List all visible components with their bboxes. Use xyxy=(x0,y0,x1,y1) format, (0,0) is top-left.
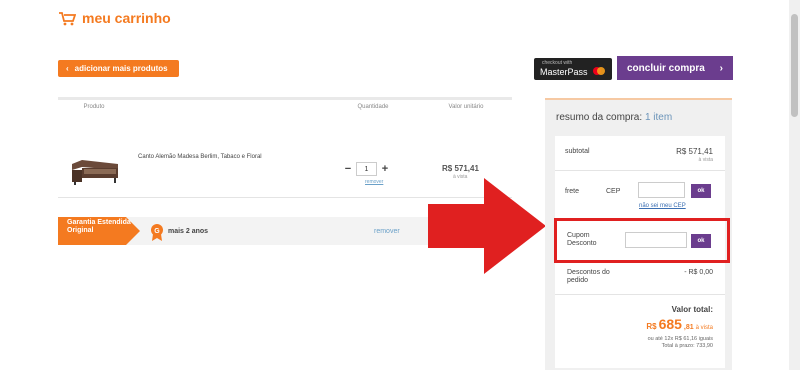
unit-price: R$ 571,41 xyxy=(442,164,479,173)
installments-text: ou até 12x R$ 61,16 iguais xyxy=(647,336,713,342)
subtotal-note: à vista xyxy=(698,157,713,163)
shipping-label: frete xyxy=(565,188,580,195)
masterpass-label: MasterPass xyxy=(540,67,588,77)
subtotal-label: subtotal xyxy=(565,148,590,155)
summary-title: resumo da compra: 1 item xyxy=(556,112,672,123)
cep-input[interactable] xyxy=(638,182,685,198)
cep-ok-button[interactable]: ok xyxy=(691,184,711,198)
column-unit-price: Valor unitário xyxy=(448,104,484,110)
warranty-tag: Garantia Estendida Original xyxy=(58,217,140,245)
column-quantity: Quantidade xyxy=(357,104,389,110)
warranty-text: mais 2 anos xyxy=(168,228,209,235)
masterpass-caption: checkout with xyxy=(542,60,573,66)
total-note: à vista xyxy=(695,325,713,331)
quantity-input[interactable]: 1 xyxy=(356,162,377,176)
page-title: meu carrinho xyxy=(82,10,171,26)
divider xyxy=(555,294,725,295)
term-total: Total à prazo: 733,90 xyxy=(661,343,713,349)
unknown-cep-link[interactable]: não sei meu CEP xyxy=(639,203,686,209)
mastercard-icon xyxy=(593,67,605,75)
total-cents: ,81 xyxy=(683,324,694,331)
remove-warranty-link[interactable]: remover xyxy=(374,228,400,235)
checkout-label: concluir compra xyxy=(627,62,705,74)
discounts-value: - R$ 0,00 xyxy=(684,269,713,276)
chevron-right-icon: › xyxy=(719,62,723,74)
masterpass-button[interactable]: checkout with MasterPass xyxy=(534,58,612,80)
scrollbar-thumb[interactable] xyxy=(791,14,798,117)
quantity-stepper: − 1 + xyxy=(342,162,391,176)
product-image[interactable] xyxy=(68,154,120,186)
discounts-label: Descontos do pedido xyxy=(567,269,610,284)
total-currency: R$ xyxy=(646,322,657,331)
summary-title-label: resumo da compra: xyxy=(556,112,643,123)
summary-item-count: 1 item xyxy=(644,112,673,123)
divider xyxy=(555,170,725,171)
remove-item-link[interactable]: remover xyxy=(365,179,383,185)
subtotal-value: R$ 571,41 xyxy=(676,147,713,156)
warranty-medal-icon: G xyxy=(151,224,163,241)
total-integer: 685 xyxy=(658,316,682,332)
product-name[interactable]: Canto Alemão Madesa Berlim, Tabaco e Flo… xyxy=(138,154,262,160)
chevron-left-icon: ‹ xyxy=(66,64,69,73)
cart-logo[interactable]: meu carrinho xyxy=(58,10,171,26)
cart-page: meu carrinho ‹ adicionar mais produtos c… xyxy=(0,0,800,370)
cart-icon xyxy=(59,11,76,25)
scrollbar[interactable] xyxy=(789,0,800,370)
column-product: Produto xyxy=(83,104,105,110)
add-more-products-label: adicionar mais produtos xyxy=(74,64,168,73)
cart-header: Produto Quantidade Valor unitário xyxy=(58,100,512,114)
decrease-button[interactable]: − xyxy=(342,163,354,175)
red-arrow-icon xyxy=(428,178,546,274)
checkout-button[interactable]: concluir compra › xyxy=(617,56,733,80)
total-label: Valor total: xyxy=(671,305,713,314)
cep-label: CEP xyxy=(606,188,621,195)
add-more-products-button[interactable]: ‹ adicionar mais produtos xyxy=(58,60,179,77)
total-value: R$ 685 ,81 à vista xyxy=(646,316,713,332)
coupon-highlight-box xyxy=(554,218,730,263)
svg-text:G: G xyxy=(154,228,160,235)
increase-button[interactable]: + xyxy=(379,163,391,175)
